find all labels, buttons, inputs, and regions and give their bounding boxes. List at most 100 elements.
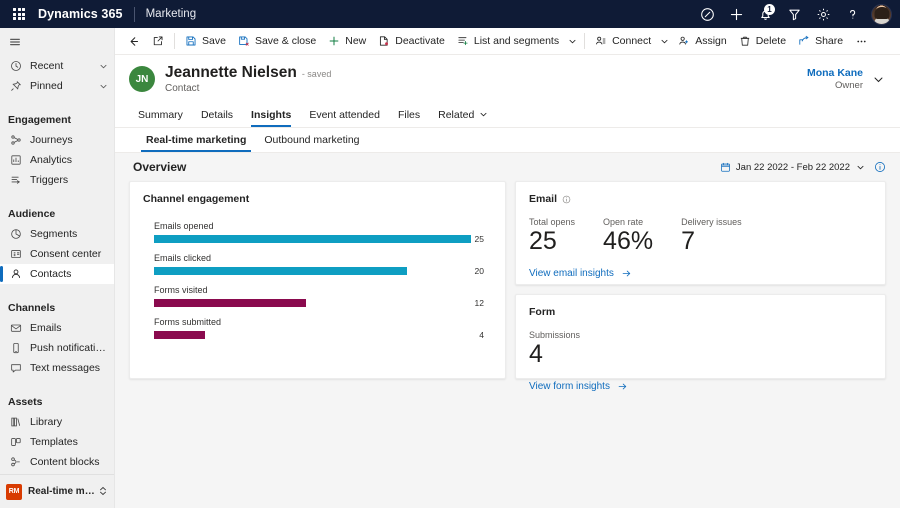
deactivate-button[interactable]: Deactivate (372, 30, 451, 53)
connect-button[interactable]: Connect (589, 30, 657, 53)
area-switcher[interactable]: RM Real-time marketi.. (0, 474, 114, 508)
view-form-insights-link[interactable]: View form insights (529, 381, 872, 392)
header-expand-chevron-icon[interactable] (869, 74, 888, 85)
bar-category-label: Forms submitted (154, 317, 222, 327)
sidebar-item-library[interactable]: Library (0, 412, 114, 432)
share-button[interactable]: Share (792, 30, 849, 53)
tab-event-attended[interactable]: Event attended (300, 102, 389, 127)
compass-icon[interactable] (693, 0, 722, 28)
open-in-new-window-button[interactable] (146, 30, 170, 53)
bar-fill[interactable] (154, 235, 471, 243)
delete-button[interactable]: Delete (733, 30, 792, 53)
record-owner-field[interactable]: Mona Kane Owner (807, 67, 863, 91)
assign-button[interactable]: Assign (672, 30, 733, 53)
library-icon (8, 416, 24, 428)
channel-engagement-bar-chart: Emails opened 25 Emails clicked 20 Forms vis… (143, 221, 492, 340)
subtab-real-time-marketing[interactable]: Real-time marketing (137, 128, 255, 152)
sidebar-item-recent[interactable]: Recent (0, 56, 114, 76)
back-button[interactable] (121, 30, 146, 53)
sidebar-item-segments[interactable]: Segments (0, 224, 114, 244)
bar-track (154, 299, 471, 307)
tab-details[interactable]: Details (192, 102, 242, 127)
templates-icon (8, 436, 24, 448)
save-and-close-button[interactable]: Save & close (232, 30, 322, 53)
sidebar-item-label: Library (30, 416, 63, 428)
sidebar-item-templates[interactable]: Templates (0, 432, 114, 452)
card-title: Channel engagement (143, 193, 492, 205)
sidebar-item-emails[interactable]: Emails (0, 318, 114, 338)
sidebar-item-label: Triggers (30, 174, 69, 186)
connect-caret-icon[interactable] (657, 30, 672, 53)
triggers-icon (8, 174, 24, 186)
bar-value-label: 25 (474, 234, 484, 244)
sidebar-item-consent-center[interactable]: Consent center (0, 244, 114, 264)
assign-icon (678, 35, 690, 47)
new-button[interactable]: New (322, 30, 372, 53)
brand-title[interactable]: Dynamics 365 (38, 7, 123, 21)
bar-fill[interactable] (154, 331, 206, 339)
sidebar-item-push-notifications[interactable]: Push notifications (0, 338, 114, 358)
sidebar-item-pinned[interactable]: Pinned (0, 76, 114, 96)
metric-delivery-issues: Delivery issues 7 (681, 217, 742, 255)
sidebar-item-label: Content blocks (30, 456, 100, 468)
list-and-segments-button[interactable]: List and segments (451, 30, 565, 53)
updown-chevron-icon[interactable] (98, 483, 108, 501)
command-label: Delete (755, 35, 787, 47)
tab-summary[interactable]: Summary (129, 102, 192, 127)
owner-name-link[interactable]: Mona Kane (807, 67, 863, 79)
email-metrics: Total opens 25 Open rate 46% Delivery is… (529, 217, 872, 255)
save-button[interactable]: Save (179, 30, 232, 53)
content-blocks-icon (8, 456, 24, 468)
settings-gear-icon[interactable] (809, 0, 838, 28)
insights-subtabs: Real-time marketing Outbound marketing (115, 128, 900, 153)
link-label: View email insights (529, 268, 614, 279)
chevron-down-icon[interactable] (856, 163, 865, 172)
help-question-icon[interactable] (838, 0, 867, 28)
sidebar-item-contacts[interactable]: Contacts (0, 264, 114, 284)
segments-icon (8, 228, 24, 240)
list-segments-icon (457, 35, 469, 47)
sidebar-item-label: Contacts (30, 268, 72, 280)
sidebar-item-triggers[interactable]: Triggers (0, 170, 114, 190)
saved-status: - saved (301, 69, 332, 79)
metric-label: Submissions (529, 330, 581, 340)
chevron-down-icon[interactable] (99, 82, 108, 91)
left-sidebar-navigation: Recent Pinned Engagement Journeys Analyt… (0, 28, 115, 508)
overview-title: Overview (133, 160, 187, 174)
notifications-bell-icon[interactable]: 1 (751, 0, 780, 28)
chevron-down-icon[interactable] (479, 110, 488, 119)
bar-fill[interactable] (154, 267, 408, 275)
tab-files[interactable]: Files (389, 102, 429, 127)
overview-info-icon[interactable] (874, 161, 886, 173)
avatar-photo-image (871, 3, 892, 25)
tab-insights[interactable]: Insights (242, 102, 300, 127)
list-and-segments-caret-icon[interactable] (565, 30, 580, 53)
sidebar-item-analytics[interactable]: Analytics (0, 150, 114, 170)
contacts-icon (8, 268, 24, 280)
plus-icon[interactable] (722, 0, 751, 28)
filter-icon[interactable] (780, 0, 809, 28)
command-label: Connect (612, 35, 652, 47)
date-range-picker[interactable]: Jan 22 2022 - Feb 22 2022 (720, 162, 865, 173)
user-avatar[interactable] (867, 0, 896, 28)
top-navigation-bar: Dynamics 365 Marketing 1 (0, 0, 900, 28)
sidebar-collapse-hamburger-icon[interactable] (0, 28, 114, 56)
info-icon[interactable] (562, 195, 571, 204)
sidebar-item-label: Analytics (30, 154, 73, 166)
subtab-outbound-marketing[interactable]: Outbound marketing (255, 128, 368, 152)
arrow-right-icon (621, 268, 632, 279)
sidebar-item-content-blocks[interactable]: Content blocks (0, 452, 114, 472)
app-name-label[interactable]: Marketing (146, 8, 197, 20)
tab-related[interactable]: Related (429, 102, 497, 127)
overflow-more-button[interactable] (849, 30, 874, 53)
insights-cards-row: Channel engagement Emails opened 25 Emails… (115, 181, 900, 392)
view-email-insights-link[interactable]: View email insights (529, 268, 872, 279)
brand-divider (133, 6, 135, 22)
sidebar-item-journeys[interactable]: Journeys (0, 130, 114, 150)
app-launcher-icon[interactable] (6, 1, 32, 27)
chevron-down-icon[interactable] (99, 62, 108, 71)
sidebar-item-text-messages[interactable]: Text messages (0, 358, 114, 378)
sidebar-item-label: Recent (30, 60, 64, 72)
bar-fill[interactable] (154, 299, 306, 307)
deactivate-icon (378, 35, 390, 47)
